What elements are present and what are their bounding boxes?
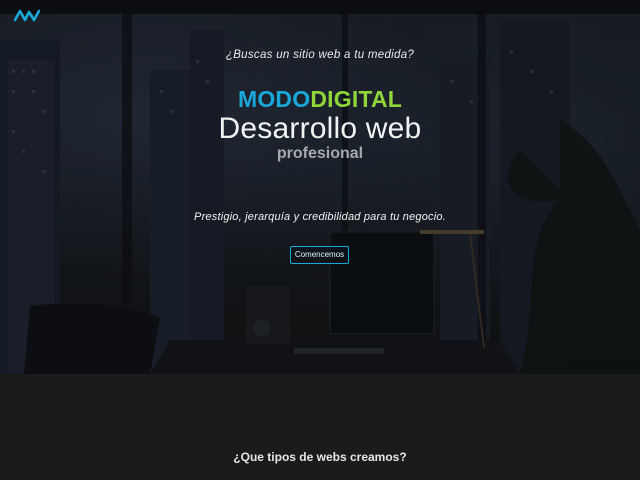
section-title: ¿Que tipos de webs creamos? [233,450,407,464]
brand-wordmark: MODODIGITAL [0,86,640,113]
hero-content: ¿Buscas un sitio web a tu medida? MODODI… [0,0,640,374]
hero-title: Desarrollo web [218,112,422,145]
comencemos-button[interactable]: Comencemos [290,246,349,264]
hero-section: ¿Buscas un sitio web a tu medida? MODODI… [0,0,640,374]
hero-lead-text: Prestigio, jerarquía y credibilidad para… [194,211,446,223]
web-types-section: ¿Que tipos de webs creamos? [0,374,640,480]
hero-subtitle: profesional [276,145,364,162]
hero-tagline: ¿Buscas un sitio web a tu medida? [225,49,415,61]
brand-digital: DIGITAL [310,86,403,112]
top-navigation-bar [0,0,640,14]
brand-modo: MODO [237,86,311,112]
modo-digital-logo-icon[interactable] [14,8,40,22]
